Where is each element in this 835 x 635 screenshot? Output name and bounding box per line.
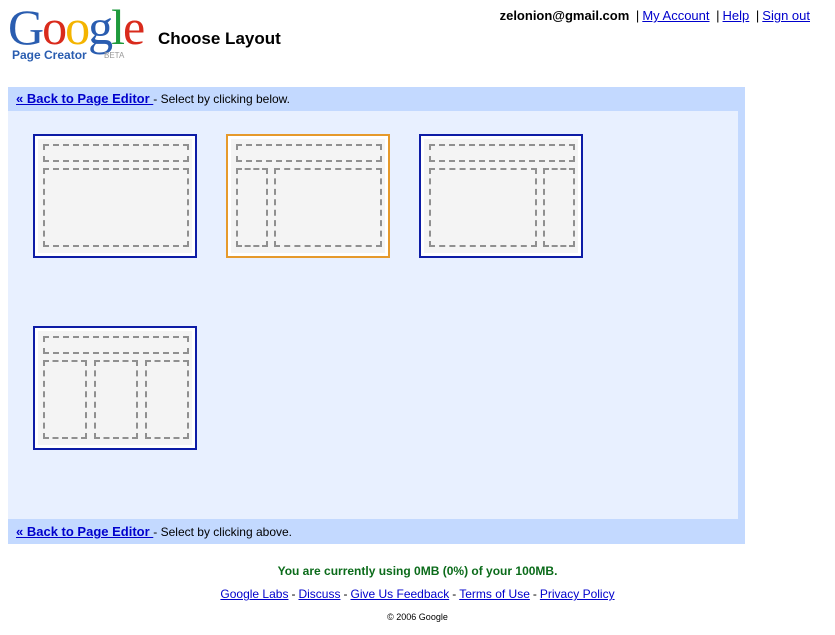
- user-email: zelonion@gmail.com: [499, 8, 630, 23]
- logo-letter: g: [88, 0, 113, 55]
- discuss-link[interactable]: Discuss: [298, 587, 340, 601]
- my-account-link[interactable]: My Account: [642, 8, 709, 23]
- header-region: [236, 144, 382, 162]
- sidebar-region: [236, 168, 268, 247]
- column-region: [94, 360, 138, 439]
- google-page-creator-logo: Google Page Creator BETA: [8, 2, 153, 62]
- layout-preview: [38, 139, 192, 253]
- separator: |: [635, 8, 640, 23]
- back-to-editor-link-top[interactable]: « Back to Page Editor: [16, 91, 153, 106]
- main-region: [43, 168, 189, 247]
- header-region: [43, 144, 189, 162]
- main-region: [429, 168, 537, 247]
- logo-letter: o: [65, 0, 90, 55]
- logo-letter: G: [8, 0, 44, 55]
- logo-letter: l: [111, 0, 125, 55]
- layout-preview: [231, 139, 385, 253]
- separator: -: [343, 587, 348, 601]
- copyright: © 2006 Google: [387, 612, 448, 622]
- header-region: [43, 336, 189, 354]
- layout-option-right-sidebar[interactable]: [419, 134, 583, 258]
- panel-top-bar: « Back to Page Editor - Select by clicki…: [8, 87, 745, 109]
- logo-letter: o: [42, 0, 67, 55]
- sidebar-region: [543, 168, 575, 247]
- separator: -: [532, 587, 537, 601]
- page-title: Choose Layout: [158, 29, 281, 48]
- column-region: [145, 360, 189, 439]
- user-bar: zelonion@gmail.com | My Account | Help | Si…: [500, 8, 810, 23]
- separator: |: [755, 8, 760, 23]
- help-link[interactable]: Help: [723, 8, 750, 23]
- terms-link[interactable]: Terms of Use: [459, 587, 530, 601]
- column-region: [43, 360, 87, 439]
- panel-bottom-instruction: - Select by clicking above.: [153, 525, 292, 539]
- logo-wordmark: Google: [8, 0, 145, 55]
- logo-letter: e: [123, 0, 145, 55]
- layout-panel: « Back to Page Editor - Select by clicki…: [8, 87, 745, 544]
- logo-beta-badge: BETA: [104, 51, 125, 60]
- separator: -: [452, 587, 457, 601]
- layout-preview: [38, 331, 192, 445]
- feedback-link[interactable]: Give Us Feedback: [350, 587, 449, 601]
- storage-usage: You are currently using 0MB (0%) of your…: [277, 564, 558, 578]
- panel-bottom-bar: « Back to Page Editor - Select by clicki…: [8, 520, 745, 542]
- layout-option-one-column[interactable]: [33, 134, 197, 258]
- panel-top-instruction: - Select by clicking below.: [153, 92, 290, 106]
- header-region: [429, 144, 575, 162]
- layout-preview: [424, 139, 578, 253]
- layout-option-left-sidebar[interactable]: [226, 134, 390, 258]
- footer-links: Google Labs - Discuss - Give Us Feedback - Ter…: [0, 587, 835, 601]
- layout-grid: [8, 111, 738, 519]
- privacy-link[interactable]: Privacy Policy: [540, 587, 615, 601]
- logo-subtitle: Page Creator: [12, 48, 87, 62]
- google-labs-link[interactable]: Google Labs: [220, 587, 288, 601]
- main-region: [274, 168, 382, 247]
- back-to-editor-link-bottom[interactable]: « Back to Page Editor: [16, 524, 153, 539]
- separator: -: [291, 587, 296, 601]
- layout-option-three-columns[interactable]: [33, 326, 197, 450]
- separator: |: [716, 8, 720, 23]
- sign-out-link[interactable]: Sign out: [762, 8, 810, 23]
